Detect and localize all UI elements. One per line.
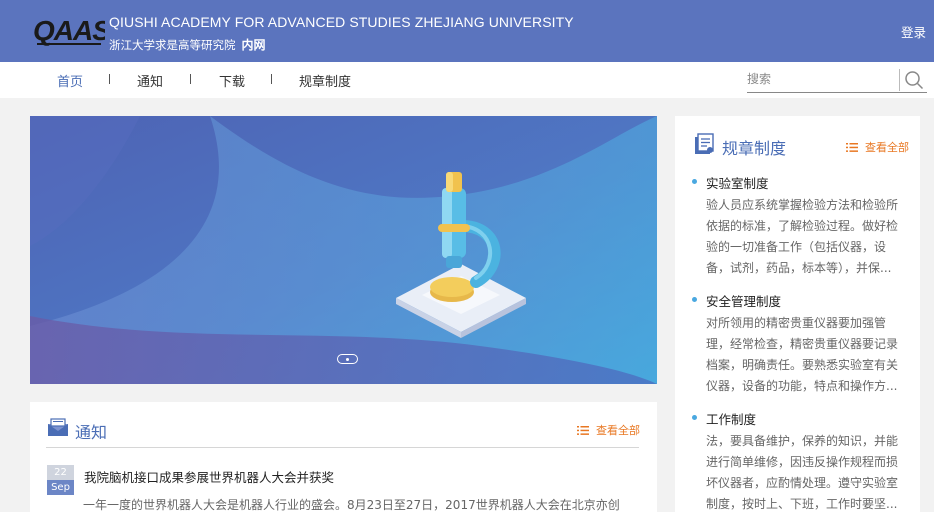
nav-separator [109,74,110,84]
nav-separator [271,74,272,84]
notice-view-all-link[interactable]: 查看全部 [577,422,640,438]
notice-item-summary: 一年一度的世界机器人大会是机器人行业的盛会。8月23日至27日，2017世界机器… [83,498,620,512]
rules-view-all-link[interactable]: 查看全部 [846,139,909,155]
carousel-indicator[interactable] [337,354,358,364]
site-title-cn: 浙江大学求是高等研究院 内网 [109,36,266,53]
rule-item-desc: 对所领用的精密贵重仪器要加强管 理，经常检查，精密贵重仪器要记录 档案，明确责任… [706,313,911,397]
rule-desc-line: 验人员应系统掌握检验方法和检验所 [706,198,899,212]
rules-panel: 规章制度 查看全部 实验室制度 验人员应系统掌握检验方法和检验所 依据的标准，了… [675,116,920,512]
rule-item-title[interactable]: 工作制度 [706,409,756,428]
rule-desc-line: 依据的标准，了解检验过程。做好检 [706,219,899,233]
notice-title: 通知 [75,423,108,442]
nav-item-notice[interactable]: 通知 [137,71,163,90]
nav-item-home[interactable]: 首页 [57,71,83,90]
rule-desc-line: 法，要具备维护，保养的知识，并能 [706,434,899,448]
notice-panel: 通知 查看全部 22 Sep 我院脑机接口成果参展世界机器人大会并获奖 一年一度… [30,402,657,512]
rule-item-desc: 法，要具备维护，保养的知识，并能 进行简单维修，因违反操作规程而损 坏仪器者，应… [706,431,911,512]
nav-item-download[interactable]: 下载 [219,71,245,90]
banner-illustration [30,116,657,384]
list-icon [577,426,589,435]
rule-desc-line: 进行简单维修，因违反操作规程而损 [706,455,899,469]
rules-view-all-label: 查看全部 [865,141,909,154]
search-icon[interactable] [903,69,925,91]
rule-desc-line: 理，经常检查，精密贵重仪器要记录 [706,337,899,351]
nav-item-rules[interactable]: 规章制度 [299,71,351,90]
site-title-cn-text: 浙江大学求是高等研究院 [109,38,236,52]
divider [46,447,639,448]
site-title-en: QIUSHI ACADEMY FOR ADVANCED STUDIES ZHEJ… [109,14,574,30]
site-header: QAAS QIUSHI ACADEMY FOR ADVANCED STUDIES… [0,0,934,62]
rule-desc-line: 坏仪器者，应酌情处理。遵守实验室 [706,476,899,490]
bullet [692,179,697,184]
rule-desc-line: 制度，按时上、下班，工作时要坚... [706,497,898,511]
rule-item-title[interactable]: 实验室制度 [706,173,769,192]
qaas-logo[interactable]: QAAS [33,14,105,48]
notice-item-title[interactable]: 我院脑机接口成果参展世界机器人大会并获奖 [84,467,334,486]
rule-desc-line: 仪器，设备的功能，特点和操作方... [706,379,898,393]
rule-desc-line: 对所领用的精密贵重仪器要加强管 [706,316,887,330]
rules-title: 规章制度 [722,139,787,158]
rule-item-desc: 验人员应系统掌握检验方法和检验所 依据的标准，了解检验过程。做好检 验的一切准备… [706,195,911,279]
bullet [692,415,697,420]
envelope-icon [48,418,68,436]
logo-text: QAAS [33,15,105,46]
rule-desc-line: 验的一切准备工作（包括仪器，设 [706,240,887,254]
search-divider [899,69,900,91]
rule-desc-line: 备，试剂，药品，标本等），并保... [706,261,892,275]
date-day: 22 [47,465,74,480]
rule-item-title[interactable]: 安全管理制度 [706,291,781,310]
main-nav: 首页 通知 下载 规章制度 [0,62,934,98]
document-icon [695,133,714,154]
search-input[interactable] [747,67,897,91]
list-icon [846,143,858,152]
hero-banner[interactable] [30,116,657,384]
notice-view-all-label: 查看全部 [596,424,640,437]
nav-separator [190,74,191,84]
search-box [747,67,927,93]
bullet [692,297,697,302]
intranet-badge: 内网 [241,38,266,52]
date-month: Sep [47,480,74,495]
rule-desc-line: 档案，明确责任。要熟悉实验室有关 [706,358,899,372]
login-link[interactable]: 登录 [901,22,926,41]
